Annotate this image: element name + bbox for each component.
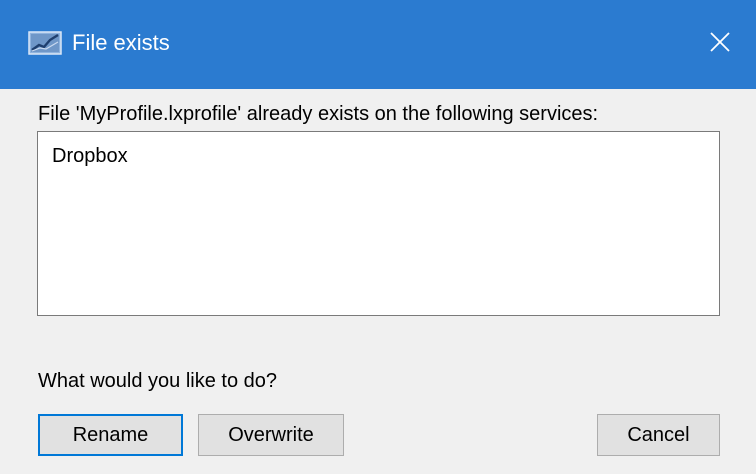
list-item[interactable]: Dropbox: [52, 142, 719, 170]
close-button[interactable]: [684, 0, 756, 89]
action-question: What would you like to do?: [38, 370, 278, 392]
rename-button[interactable]: Rename: [38, 414, 183, 456]
cancel-button[interactable]: Cancel: [597, 414, 720, 456]
app-chart-icon: [28, 31, 62, 55]
title-bar: File exists: [0, 0, 756, 89]
window-title: File exists: [72, 30, 170, 55]
exists-message: File 'MyProfile.lxprofile' already exist…: [38, 103, 599, 125]
close-icon: [709, 31, 731, 58]
overwrite-button[interactable]: Overwrite: [198, 414, 344, 456]
file-exists-dialog: File exists File 'MyProfile.lxprofile' a…: [0, 0, 756, 474]
services-list[interactable]: Dropbox: [37, 131, 720, 316]
